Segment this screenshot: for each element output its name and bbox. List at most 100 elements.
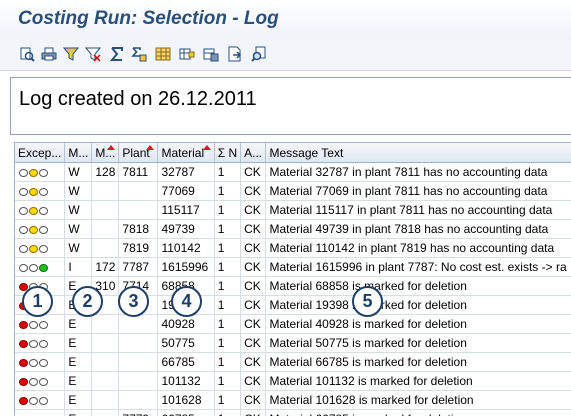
message-number-cell	[92, 239, 119, 258]
table-row[interactable]: E7779667851CKMaterial 66785 is marked fo…	[15, 410, 571, 416]
plant-cell: 7811	[119, 163, 158, 182]
delete-filter-button[interactable]	[84, 45, 102, 63]
area-cell: CK	[241, 334, 266, 353]
table-row[interactable]: W770691CKMaterial 77069 in plant 7811 ha…	[15, 182, 571, 201]
column-header-exception[interactable]: Excep...	[15, 143, 65, 163]
red-traffic-light-icon	[19, 355, 49, 369]
plant-cell: 7787	[119, 258, 158, 277]
find-button[interactable]	[250, 45, 268, 63]
message-type-cell: W	[65, 201, 92, 220]
area-cell: CK	[241, 315, 266, 334]
subtotal-icon	[131, 46, 147, 62]
message-text-cell: Material 66785 is marked for deletion	[266, 353, 571, 372]
column-header-message-text[interactable]: Message Text	[266, 143, 571, 163]
count-cell: 1	[214, 239, 240, 258]
plant-cell	[119, 201, 158, 220]
message-text-cell: Material 77069 in plant 7811 has no acco…	[266, 182, 571, 201]
exception-cell	[15, 334, 65, 353]
area-cell: CK	[241, 201, 266, 220]
exception-cell	[15, 239, 65, 258]
column-header-plant[interactable]: Plant	[119, 143, 158, 163]
table-row[interactable]: E1011321CKMaterial 101132 is marked for …	[15, 372, 571, 391]
message-number-cell	[92, 334, 119, 353]
window-title: Costing Run: Selection - Log	[18, 8, 279, 30]
message-number-cell: 128	[92, 163, 119, 182]
red-traffic-light-icon	[19, 317, 49, 331]
table-row[interactable]: E409281CKMaterial 40928 is marked for de…	[15, 315, 571, 334]
callout-5: 5	[352, 286, 383, 317]
message-type-cell: E	[65, 372, 92, 391]
red-traffic-light-icon	[19, 412, 49, 416]
table-row[interactable]: E667851CKMaterial 66785 is marked for de…	[15, 353, 571, 372]
filter-icon	[63, 46, 79, 62]
message-text-cell: Material 110142 in plant 7819 has no acc…	[266, 239, 571, 258]
callout-2: 2	[72, 286, 103, 317]
table-row[interactable]: W7818497391CKMaterial 49739 in plant 781…	[15, 220, 571, 239]
table-row[interactable]: W1151171CKMaterial 115117 in plant 7811 …	[15, 201, 571, 220]
plant-cell	[119, 353, 158, 372]
message-type-cell: E	[65, 334, 92, 353]
filter-button[interactable]	[62, 45, 80, 63]
table-row[interactable]: W78191101421CKMaterial 110142 in plant 7…	[15, 239, 571, 258]
message-number-cell	[92, 182, 119, 201]
message-number-cell	[92, 220, 119, 239]
message-number-cell	[92, 391, 119, 410]
area-cell: CK	[241, 220, 266, 239]
plant-cell: 7818	[119, 220, 158, 239]
count-cell: 1	[214, 277, 240, 296]
details-button[interactable]	[18, 45, 36, 63]
sum-button[interactable]	[108, 45, 126, 63]
choose-layout-button[interactable]	[178, 45, 196, 63]
material-cell: 1615996	[158, 258, 214, 277]
log-table: Excep... M... M... Plant Material Σ N A.…	[15, 143, 571, 416]
yellow-traffic-light-icon	[19, 184, 49, 198]
material-cell: 50775	[158, 334, 214, 353]
area-cell: CK	[241, 391, 266, 410]
message-number-cell	[92, 201, 119, 220]
print-button[interactable]	[40, 45, 58, 63]
table-row[interactable]: W1287811327871CKMaterial 32787 in plant …	[15, 163, 571, 182]
material-cell: 32787	[158, 163, 214, 182]
red-traffic-light-icon	[19, 393, 49, 407]
table-row[interactable]: E1016281CKMaterial 101628 is marked for …	[15, 391, 571, 410]
subtotal-button[interactable]	[130, 45, 148, 63]
message-type-cell: W	[65, 163, 92, 182]
column-header-message-type[interactable]: M...	[65, 143, 92, 163]
green-traffic-light-icon	[19, 260, 49, 274]
area-cell: CK	[241, 239, 266, 258]
message-type-cell: W	[65, 220, 92, 239]
exception-cell	[15, 182, 65, 201]
material-cell: 115117	[158, 201, 214, 220]
area-cell: CK	[241, 353, 266, 372]
count-cell: 1	[214, 353, 240, 372]
column-header-application-area[interactable]: A...	[241, 143, 266, 163]
message-type-cell: I	[65, 258, 92, 277]
message-text-cell: Material 32787 in plant 7811 has no acco…	[266, 163, 571, 182]
yellow-traffic-light-icon	[19, 203, 49, 217]
log-grid: Excep... M... M... Plant Material Σ N A.…	[14, 142, 571, 416]
column-header-material[interactable]: Material	[158, 143, 214, 163]
message-text-cell: Material 19398 is marked for deletion	[266, 296, 571, 315]
exception-cell	[15, 391, 65, 410]
table-row[interactable]: I172778716159961CKMaterial 1615996 in pl…	[15, 258, 571, 277]
material-cell: 66785	[158, 410, 214, 416]
layout-button[interactable]	[154, 45, 172, 63]
yellow-traffic-light-icon	[19, 241, 49, 255]
area-cell: CK	[241, 277, 266, 296]
column-header-message-number[interactable]: M...	[92, 143, 119, 163]
count-cell: 1	[214, 372, 240, 391]
toolbar	[0, 40, 571, 71]
column-header-count[interactable]: Σ N	[214, 143, 240, 163]
exception-cell	[15, 410, 65, 416]
table-row[interactable]: E507751CKMaterial 50775 is marked for de…	[15, 334, 571, 353]
message-type-cell: E	[65, 353, 92, 372]
count-cell: 1	[214, 410, 240, 416]
sum-icon	[109, 46, 125, 62]
count-cell: 1	[214, 296, 240, 315]
export-button[interactable]	[226, 45, 244, 63]
count-cell: 1	[214, 315, 240, 334]
message-type-cell: E	[65, 391, 92, 410]
message-text-cell: Material 1615996 in plant 7787: No cost …	[266, 258, 571, 277]
material-cell: 110142	[158, 239, 214, 258]
save-layout-button[interactable]	[202, 45, 220, 63]
